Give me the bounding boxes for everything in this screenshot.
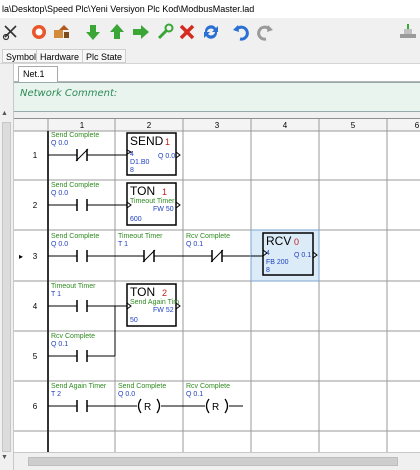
contact-symbol: Timeout Timer bbox=[51, 283, 96, 290]
connect-icon[interactable] bbox=[398, 22, 418, 42]
stop-icon[interactable] bbox=[30, 22, 48, 42]
tab-plc-state[interactable]: Plc State bbox=[82, 49, 127, 63]
flow-icon[interactable] bbox=[52, 22, 70, 42]
contact-address: T 1 bbox=[118, 241, 128, 248]
tab-symbol[interactable]: Symbol bbox=[2, 49, 41, 63]
delete-icon[interactable] bbox=[178, 22, 196, 42]
row-number: 4 bbox=[33, 302, 38, 311]
rung-2[interactable]: Send Complete Q 0.0 TON 1 Timeout Timer … bbox=[48, 182, 181, 226]
column-label: 3 bbox=[215, 121, 220, 130]
block-name: TON bbox=[130, 184, 155, 198]
block-input: FB 200 bbox=[266, 259, 289, 266]
ladder-svg: 1 2 3 4 5 6 1 2 ▸ 3 4 5 6 Send Complete … bbox=[14, 119, 420, 453]
scroll-up-icon[interactable]: ▲ bbox=[1, 110, 8, 117]
reset-coil[interactable] bbox=[205, 398, 210, 414]
contact-symbol: Send Complete bbox=[51, 182, 99, 189]
contact-address: Q 0.0 bbox=[51, 241, 68, 248]
contact-address: Q 0.0 bbox=[51, 190, 68, 197]
block-symbol: Send Again Tim bbox=[130, 299, 179, 306]
network-comment-box[interactable]: Network Comment: bbox=[14, 82, 420, 112]
contact-symbol: Rcv Complete bbox=[51, 333, 95, 340]
block-output: FW 50 bbox=[153, 206, 174, 213]
contact-address: Q 0.1 bbox=[51, 341, 68, 348]
arrow-up-icon[interactable] bbox=[108, 22, 126, 42]
column-label: 5 bbox=[351, 121, 356, 130]
block-input: D1.B0 bbox=[130, 159, 150, 166]
arrow-right-icon[interactable] bbox=[132, 22, 150, 42]
contact-symbol: Send Complete bbox=[51, 233, 99, 240]
scroll-down-icon[interactable]: ▼ bbox=[1, 454, 8, 461]
contact-address: Q 0.1 bbox=[186, 241, 203, 248]
block-output: FW 52 bbox=[153, 307, 174, 314]
column-label: 1 bbox=[80, 121, 85, 130]
refresh-icon[interactable] bbox=[202, 22, 220, 42]
network-comment-label: Network Comment: bbox=[20, 88, 118, 99]
contact-address: T 1 bbox=[51, 291, 61, 298]
horizontal-scrollbar[interactable] bbox=[14, 452, 420, 470]
block-name: RCV bbox=[266, 234, 291, 248]
coil-address: Q 0.1 bbox=[186, 391, 203, 398]
rung-5[interactable]: Rcv Complete Q 0.1 bbox=[48, 333, 115, 362]
reset-coil[interactable] bbox=[137, 398, 142, 414]
block-number: 0 bbox=[294, 237, 299, 247]
tab-hardware[interactable]: Hardware bbox=[36, 49, 84, 63]
coil-type: R bbox=[212, 402, 219, 413]
block-output: Q 0.1 bbox=[294, 252, 311, 259]
block-name: SEND bbox=[130, 134, 164, 148]
block-input: 600 bbox=[130, 216, 142, 223]
row-number: 3 bbox=[33, 252, 38, 261]
coil-symbol: Rcv Complete bbox=[186, 383, 230, 390]
contact-symbol: Rcv Complete bbox=[186, 233, 230, 240]
row-number: 6 bbox=[33, 402, 38, 411]
redo-icon[interactable] bbox=[256, 22, 274, 42]
left-panel: ▲ ▼ bbox=[0, 64, 14, 470]
column-label: 6 bbox=[415, 121, 420, 130]
block-number: 2 bbox=[162, 288, 167, 298]
coil-symbol: Send Complete bbox=[118, 383, 166, 390]
scissors-icon[interactable] bbox=[2, 22, 20, 42]
contact-symbol: Send Again Timer bbox=[51, 383, 107, 390]
left-scrollbar[interactable] bbox=[2, 122, 11, 452]
coil-type: R bbox=[144, 402, 151, 413]
column-label: 2 bbox=[147, 121, 152, 130]
tools-icon[interactable] bbox=[156, 22, 174, 42]
coil-address: Q 0.0 bbox=[118, 391, 135, 398]
rung-1[interactable]: Send Complete Q 0.0 SEND 1 4 D1.B0 8 Q 0… bbox=[48, 132, 181, 176]
contact-symbol: Send Complete bbox=[51, 132, 99, 139]
row-number: 2 bbox=[33, 201, 38, 210]
contact-symbol: Timeout Timer bbox=[118, 233, 163, 240]
row-number: 1 bbox=[33, 151, 38, 160]
window-title: la\Desktop\Speed Plc\Yeni Versiyon Plc K… bbox=[0, 0, 420, 18]
toolbar bbox=[0, 18, 420, 48]
block-output: Q 0.0 bbox=[158, 153, 175, 160]
arrow-down-icon[interactable] bbox=[84, 22, 102, 42]
current-row-marker: ▸ bbox=[19, 252, 23, 261]
tab-net-1[interactable]: Net.1 bbox=[18, 66, 58, 82]
undo-icon[interactable] bbox=[232, 22, 250, 42]
scrollbar-thumb[interactable] bbox=[28, 457, 398, 466]
network-tabs: Net.1 bbox=[14, 64, 420, 82]
block-input: 50 bbox=[130, 317, 138, 324]
block-input: 8 bbox=[266, 267, 270, 274]
rung-6[interactable]: Send Again Timer T 2 Send Complete Q 0.0… bbox=[48, 383, 243, 414]
block-number: 1 bbox=[162, 187, 167, 197]
ladder-diagram: 1 2 3 4 5 6 1 2 ▸ 3 4 5 6 Send Complete … bbox=[14, 118, 420, 453]
contact-address: Q 0.0 bbox=[51, 140, 68, 147]
side-tabs: Symbol Hardware Plc State bbox=[0, 48, 420, 64]
contact-address: T 2 bbox=[51, 391, 61, 398]
row-number: 5 bbox=[33, 352, 38, 361]
block-name: TON bbox=[130, 285, 155, 299]
column-label: 4 bbox=[283, 121, 288, 130]
block-input: 8 bbox=[130, 167, 134, 174]
block-number: 1 bbox=[165, 137, 170, 147]
block-symbol: Timeout Timer bbox=[130, 198, 175, 205]
